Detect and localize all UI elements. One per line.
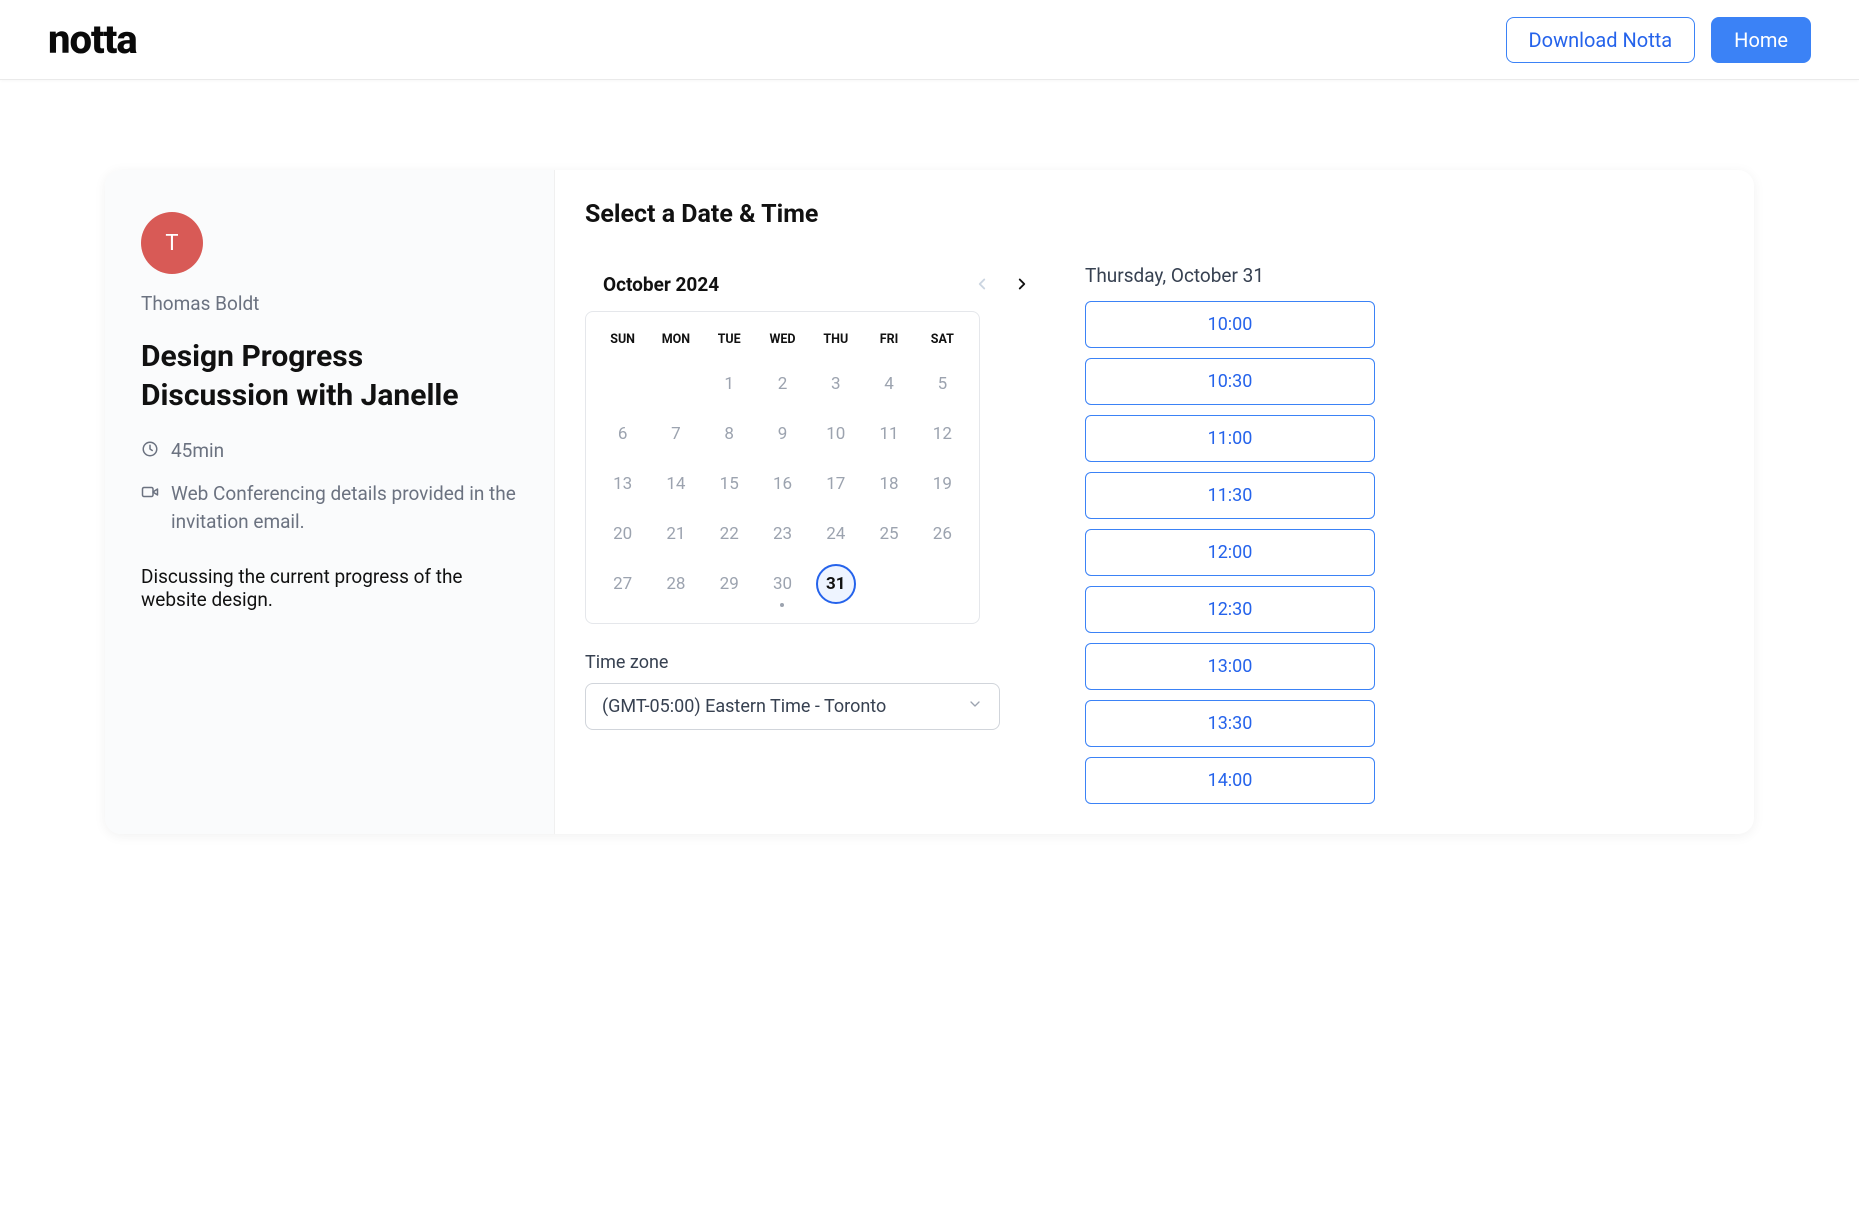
calendar-day[interactable]: 18 bbox=[862, 459, 915, 509]
calendar-header: October 2024 bbox=[585, 269, 1045, 299]
calendar-day[interactable]: 21 bbox=[649, 509, 702, 559]
calendar-day[interactable]: 24 bbox=[809, 509, 862, 559]
topbar: notta Download Notta Home bbox=[0, 0, 1859, 80]
calendar-day[interactable]: 11 bbox=[862, 409, 915, 459]
calendar-day[interactable]: 25 bbox=[862, 509, 915, 559]
video-icon bbox=[141, 483, 159, 501]
prev-month-button[interactable] bbox=[967, 269, 997, 299]
slot-list: 10:00 10:30 11:00 11:30 12:00 12:30 13:00 13:30… bbox=[1085, 301, 1375, 804]
duration-label: 45min bbox=[171, 437, 518, 466]
time-slot[interactable]: 12:30 bbox=[1085, 586, 1375, 633]
calendar-day[interactable]: 3 bbox=[809, 359, 862, 409]
time-slot[interactable]: 12:00 bbox=[1085, 529, 1375, 576]
time-slot[interactable]: 10:30 bbox=[1085, 358, 1375, 405]
panel-title: Select a Date & Time bbox=[585, 200, 1045, 229]
calendar-day[interactable]: 5 bbox=[916, 359, 969, 409]
meeting-title: Design Progress Discussion with Janelle bbox=[141, 337, 518, 415]
chevron-left-icon bbox=[973, 275, 991, 293]
calendar-day-empty bbox=[649, 359, 702, 409]
meeting-description: Discussing the current progress of the w… bbox=[141, 565, 518, 611]
calendar-day[interactable]: 19 bbox=[916, 459, 969, 509]
avatar-initial: T bbox=[165, 231, 178, 256]
calendar-day-empty bbox=[862, 559, 915, 609]
calendar-dow: MON bbox=[649, 322, 702, 359]
timezone-select[interactable]: (GMT-05:00) Eastern Time - Toronto bbox=[585, 683, 1000, 730]
time-slot[interactable]: 11:00 bbox=[1085, 415, 1375, 462]
calendar-day[interactable]: 4 bbox=[862, 359, 915, 409]
download-notta-button[interactable]: Download Notta bbox=[1506, 17, 1696, 63]
time-slot[interactable]: 14:00 bbox=[1085, 757, 1375, 804]
calendar-dow: SAT bbox=[916, 322, 969, 359]
calendar-day[interactable]: 23 bbox=[756, 509, 809, 559]
calendar-day[interactable]: 13 bbox=[596, 459, 649, 509]
topbar-actions: Download Notta Home bbox=[1506, 17, 1811, 63]
next-month-button[interactable] bbox=[1007, 269, 1037, 299]
calendar-day[interactable]: 28 bbox=[649, 559, 702, 609]
side-panel: T Thomas Boldt Design Progress Discussio… bbox=[105, 170, 555, 834]
slots-column: Thursday, October 31 10:00 10:30 11:00 11:3… bbox=[1085, 200, 1375, 804]
clock-icon bbox=[141, 440, 159, 458]
calendar-dow: FRI bbox=[862, 322, 915, 359]
calendar-day[interactable]: 15 bbox=[703, 459, 756, 509]
calendar-day[interactable]: 22 bbox=[703, 509, 756, 559]
calendar-day[interactable]: 27 bbox=[596, 559, 649, 609]
time-slot[interactable]: 11:30 bbox=[1085, 472, 1375, 519]
calendar-day-empty bbox=[596, 359, 649, 409]
calendar-day[interactable]: 20 bbox=[596, 509, 649, 559]
slots-date-label: Thursday, October 31 bbox=[1085, 264, 1375, 287]
avatar: T bbox=[141, 212, 203, 274]
home-button[interactable]: Home bbox=[1711, 17, 1811, 63]
calendar-day[interactable]: 29 bbox=[703, 559, 756, 609]
calendar-day[interactable]: 2 bbox=[756, 359, 809, 409]
host-name: Thomas Boldt bbox=[141, 292, 518, 315]
timezone-label: Time zone bbox=[585, 652, 1045, 673]
calendar-day[interactable]: 30 bbox=[756, 559, 809, 609]
logo: notta bbox=[48, 16, 137, 63]
time-slot[interactable]: 10:00 bbox=[1085, 301, 1375, 348]
location-row: Web Conferencing details provided in the… bbox=[141, 480, 518, 537]
calendar-dow: TUE bbox=[703, 322, 756, 359]
calendar-day[interactable]: 12 bbox=[916, 409, 969, 459]
calendar-dow: THU bbox=[809, 322, 862, 359]
time-slot[interactable]: 13:30 bbox=[1085, 700, 1375, 747]
calendar-day[interactable]: 7 bbox=[649, 409, 702, 459]
calendar-day[interactable]: 14 bbox=[649, 459, 702, 509]
calendar-column: Select a Date & Time October 2024 bbox=[585, 200, 1045, 804]
calendar-day[interactable]: 10 bbox=[809, 409, 862, 459]
calendar-day[interactable]: 16 bbox=[756, 459, 809, 509]
calendar-day[interactable]: 17 bbox=[809, 459, 862, 509]
calendar-month-label: October 2024 bbox=[603, 273, 719, 296]
calendar-day[interactable]: 6 bbox=[596, 409, 649, 459]
booking-card: T Thomas Boldt Design Progress Discussio… bbox=[105, 170, 1754, 834]
calendar-grid: SUNMONTUEWEDTHUFRISAT 123456789101112131… bbox=[585, 311, 980, 624]
calendar-day[interactable]: 8 bbox=[703, 409, 756, 459]
calendar-day[interactable]: 31 bbox=[809, 559, 862, 609]
calendar-dow: SUN bbox=[596, 322, 649, 359]
calendar-day[interactable]: 26 bbox=[916, 509, 969, 559]
calendar-day[interactable]: 9 bbox=[756, 409, 809, 459]
calendar-day[interactable]: 1 bbox=[703, 359, 756, 409]
calendar-dow: WED bbox=[756, 322, 809, 359]
calendar-day-dot bbox=[780, 603, 784, 607]
chevron-right-icon bbox=[1013, 275, 1031, 293]
calendar-day-empty bbox=[916, 559, 969, 609]
duration-row: 45min bbox=[141, 437, 518, 466]
timezone-value: (GMT-05:00) Eastern Time - Toronto bbox=[602, 696, 886, 717]
main-panel: Select a Date & Time October 2024 bbox=[555, 170, 1754, 834]
location-label: Web Conferencing details provided in the… bbox=[171, 480, 518, 537]
time-slot[interactable]: 13:00 bbox=[1085, 643, 1375, 690]
chevron-down-icon bbox=[967, 696, 983, 717]
